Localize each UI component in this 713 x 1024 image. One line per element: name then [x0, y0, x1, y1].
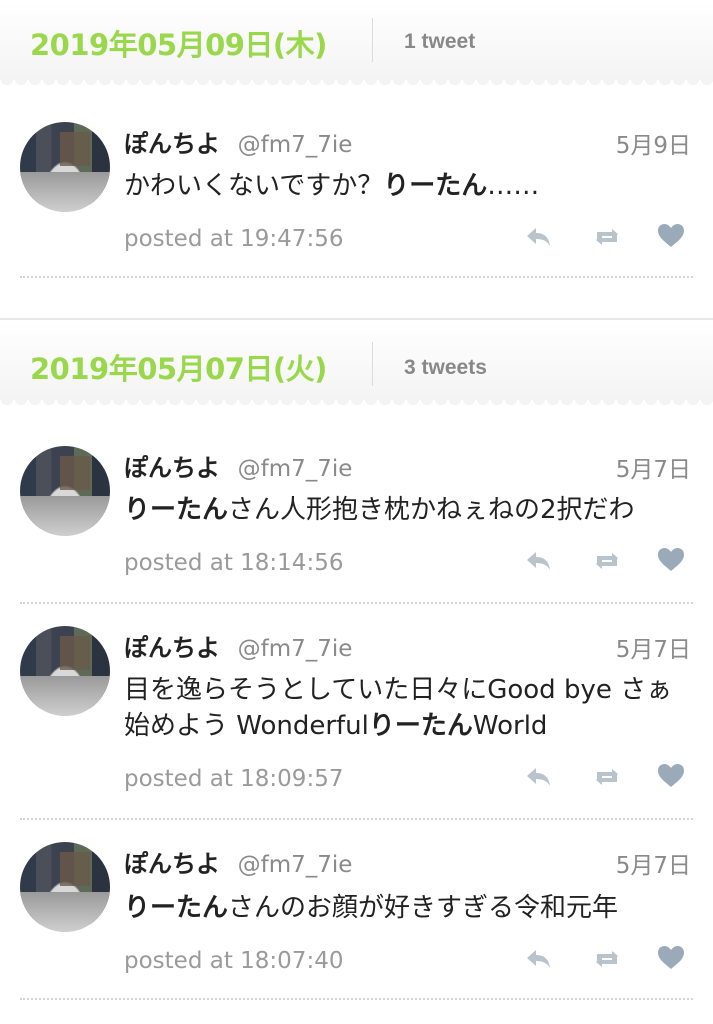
retweet-icon[interactable]	[592, 548, 622, 574]
day-date: 2019年05月09日(木)	[30, 28, 327, 62]
highlight-keyword: りーたん	[124, 893, 229, 923]
tweet-text: りーたんさんのお顔が好きすぎる令和元年	[124, 893, 619, 923]
user-handle[interactable]: @fm7_7ie	[238, 852, 353, 878]
day-header: 2019年05月09日(木) 1 tweet	[0, 0, 713, 87]
user-name[interactable]: ぽんちよ	[124, 850, 220, 878]
user-handle[interactable]: @fm7_7ie	[238, 636, 353, 662]
posted-at[interactable]: posted at 19:47:56	[124, 226, 343, 252]
tweet-date[interactable]: 5月7日	[616, 630, 691, 664]
tweet[interactable]: ぽんちよ @fm7_7ie 5月7日 目を逸らそうとしていた日々にGood by…	[0, 626, 713, 826]
tweet-date[interactable]: 5月9日	[616, 126, 691, 160]
posted-at[interactable]: posted at 18:07:40	[124, 948, 343, 974]
highlight-keyword: りーたん	[383, 171, 488, 201]
avatar[interactable]	[20, 446, 110, 536]
tweet-divider	[20, 818, 693, 820]
tweet-divider	[20, 276, 693, 278]
tweet-divider	[20, 998, 693, 1000]
reply-icon[interactable]	[524, 224, 554, 250]
retweet-icon[interactable]	[592, 764, 622, 790]
tweet-text: りーたんさん人形抱き枕かねぇねの2択だわ	[124, 495, 635, 525]
highlight-keyword: りーたん	[124, 495, 229, 525]
avatar[interactable]	[20, 122, 110, 212]
user-name[interactable]: ぽんちよ	[124, 130, 220, 158]
tweet-count: 1 tweet	[404, 30, 476, 53]
retweet-icon[interactable]	[592, 946, 622, 972]
heart-icon[interactable]	[656, 222, 686, 248]
highlight-keyword: りーたん	[368, 711, 473, 741]
reply-icon[interactable]	[524, 548, 554, 574]
heart-icon[interactable]	[656, 944, 686, 970]
tweet[interactable]: ぽんちよ @fm7_7ie 5月9日 かわいくないですか？りーたん…… post…	[0, 122, 713, 282]
tweet[interactable]: ぽんちよ @fm7_7ie 5月7日 りーたんさん人形抱き枕かねぇねの2択だわ …	[0, 446, 713, 606]
tweet-date[interactable]: 5月7日	[616, 450, 691, 484]
posted-at[interactable]: posted at 18:09:57	[124, 766, 343, 792]
heart-icon[interactable]	[656, 762, 686, 788]
zigzag-edge	[0, 399, 713, 407]
zigzag-edge	[0, 79, 713, 87]
tweet-date[interactable]: 5月7日	[616, 846, 691, 880]
day-header: 2019年05月07日(火) 3 tweets	[0, 318, 713, 407]
reply-icon[interactable]	[524, 946, 554, 972]
tweet-count: 3 tweets	[404, 356, 487, 379]
tweet-text: かわいくないですか？りーたん……	[124, 171, 540, 201]
posted-at[interactable]: posted at 18:14:56	[124, 550, 343, 576]
user-handle[interactable]: @fm7_7ie	[238, 456, 353, 482]
avatar[interactable]	[20, 842, 110, 932]
reply-icon[interactable]	[524, 764, 554, 790]
user-name[interactable]: ぽんちよ	[124, 634, 220, 662]
day-date: 2019年05月07日(火)	[30, 352, 327, 386]
header-separator	[372, 342, 373, 386]
heart-icon[interactable]	[656, 546, 686, 572]
tweet[interactable]: ぽんちよ @fm7_7ie 5月7日 りーたんさんのお顔が好きすぎる令和元年 p…	[0, 842, 713, 1012]
user-name[interactable]: ぽんちよ	[124, 454, 220, 482]
header-separator	[372, 18, 373, 62]
tweet-divider	[20, 602, 693, 604]
tweet-text: 目を逸らそうとしていた日々にGood bye さぁ始めよう Wonderfulり…	[124, 675, 673, 741]
avatar[interactable]	[20, 626, 110, 716]
user-handle[interactable]: @fm7_7ie	[238, 132, 353, 158]
retweet-icon[interactable]	[592, 224, 622, 250]
